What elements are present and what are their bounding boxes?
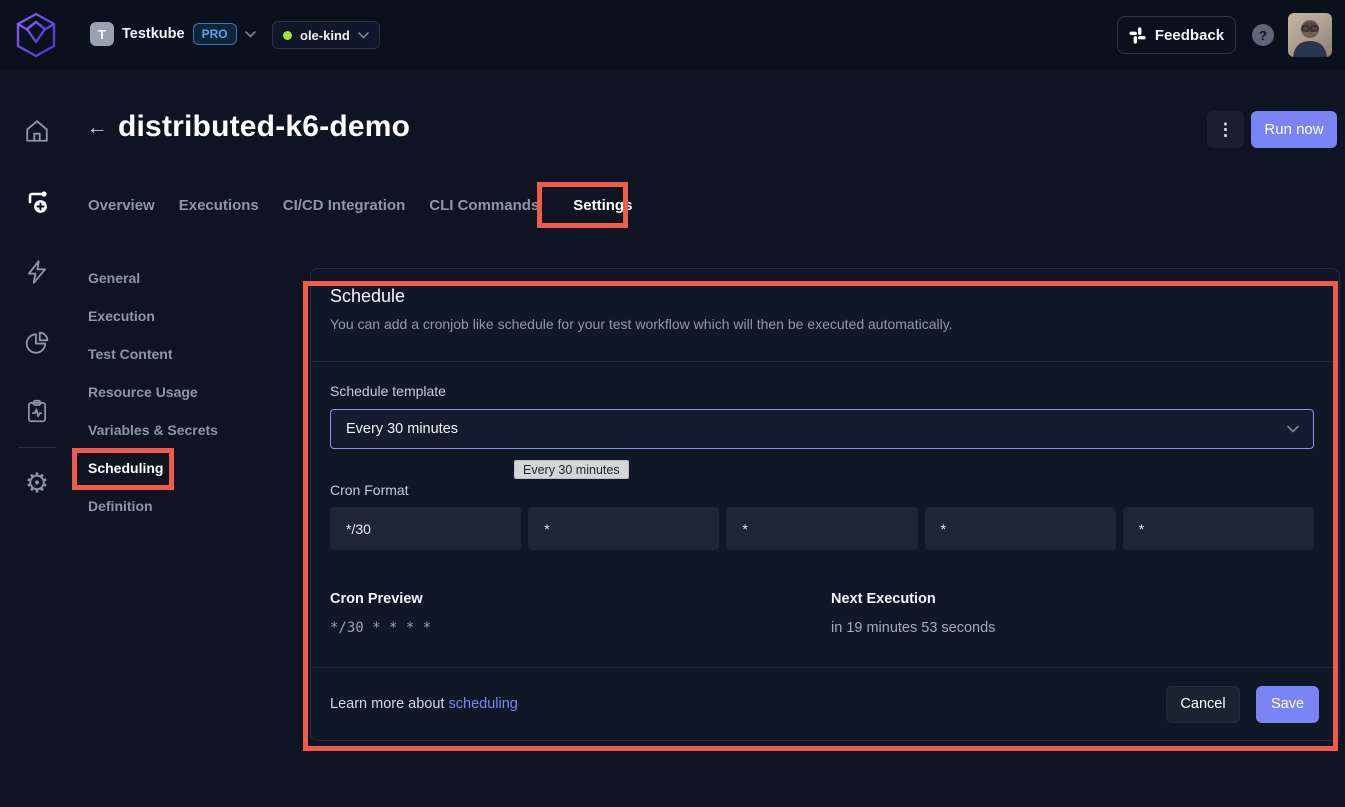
cron-preview-label: Cron Preview xyxy=(330,591,831,607)
settings-nav-test-content[interactable]: Test Content xyxy=(88,335,218,373)
save-button[interactable]: Save xyxy=(1256,686,1319,723)
cron-preview-section: Cron Preview */30 * * * * Next Execution… xyxy=(330,591,1314,636)
schedule-panel: Schedule You can add a cronjob like sche… xyxy=(310,268,1340,741)
settings-nav-execution[interactable]: Execution xyxy=(88,297,218,335)
monitor-clipboard-icon xyxy=(24,398,50,424)
cron-day-of-month-input[interactable] xyxy=(726,507,917,550)
sidebar-item-triggers[interactable] xyxy=(22,257,52,287)
env-name: ole-kind xyxy=(300,28,350,43)
testkube-logo[interactable] xyxy=(16,12,56,58)
schedule-description: You can add a cronjob like schedule for … xyxy=(330,316,1319,332)
schedule-title: Schedule xyxy=(330,286,1319,307)
help-glyph: ? xyxy=(1259,28,1267,43)
cron-day-of-week-input[interactable] xyxy=(1123,507,1314,550)
cron-month-input[interactable] xyxy=(925,507,1116,550)
cron-format-label: Cron Format xyxy=(330,482,1314,498)
environment-selector[interactable]: ole-kind xyxy=(272,21,380,49)
cron-preview-value: */30 * * * * xyxy=(330,620,831,636)
slack-icon xyxy=(1129,27,1146,44)
ellipsis-icon: ⋮ xyxy=(1217,120,1234,139)
test-workflows-icon xyxy=(23,188,51,216)
help-icon[interactable]: ? xyxy=(1252,24,1274,46)
schedule-panel-body: Schedule template Every 30 minutes Cron … xyxy=(311,362,1339,636)
settings-nav-definition[interactable]: Definition xyxy=(88,487,218,525)
back-button[interactable]: ← xyxy=(84,114,110,142)
settings-nav-scheduling[interactable]: Scheduling xyxy=(88,449,218,487)
org-name: Testkube xyxy=(122,26,185,42)
schedule-template-select[interactable]: Every 30 minutes xyxy=(330,409,1314,449)
sidebar-item-dashboard[interactable] xyxy=(22,116,52,146)
cancel-button[interactable]: Cancel xyxy=(1166,686,1240,723)
feedback-button[interactable]: Feedback xyxy=(1117,16,1236,54)
env-status-dot xyxy=(283,31,292,40)
page-title: distributed-k6-demo xyxy=(118,110,410,144)
sidebar-item-test-workflows[interactable] xyxy=(22,187,52,217)
back-arrow-icon: ← xyxy=(87,116,108,140)
cron-format-inputs xyxy=(330,507,1314,550)
lightning-icon xyxy=(24,259,50,285)
chevron-down-icon xyxy=(245,31,256,38)
gear-icon: ⚙ xyxy=(25,470,49,497)
cron-minute-input[interactable] xyxy=(330,507,521,550)
learn-more-text: Learn more about scheduling xyxy=(330,696,518,712)
next-execution-label: Next Execution xyxy=(831,591,1314,607)
schedule-template-value: Every 30 minutes xyxy=(346,421,458,437)
cron-hour-input[interactable] xyxy=(528,507,719,550)
tab-overview[interactable]: Overview xyxy=(88,197,155,214)
next-execution-value: in 19 minutes 53 seconds xyxy=(831,620,1314,636)
tab-bar: Overview Executions CI/CD Integration CL… xyxy=(88,182,642,228)
settings-nav-general[interactable]: General xyxy=(88,259,218,297)
schedule-template-tooltip: Every 30 minutes xyxy=(514,460,629,479)
tab-cicd-integration[interactable]: CI/CD Integration xyxy=(283,197,406,214)
home-icon xyxy=(24,118,50,144)
sidebar-item-insights[interactable] xyxy=(22,328,52,358)
run-now-button[interactable]: Run now xyxy=(1251,111,1337,148)
user-avatar[interactable] xyxy=(1288,13,1332,57)
more-options-button[interactable]: ⋮ xyxy=(1207,111,1244,148)
chevron-down-icon xyxy=(358,32,369,39)
pro-badge: PRO xyxy=(193,23,237,45)
sidebar-item-settings[interactable]: ⚙ xyxy=(22,468,52,498)
topbar: T Testkube PRO ole-kind Feedback ? xyxy=(0,0,1345,70)
tab-executions[interactable]: Executions xyxy=(179,197,259,214)
settings-nav-resource-usage[interactable]: Resource Usage xyxy=(88,373,218,411)
footer-actions: Cancel Save xyxy=(1166,686,1319,723)
tab-cli-commands[interactable]: CLI Commands xyxy=(429,197,539,214)
scheduling-docs-link[interactable]: scheduling xyxy=(449,696,518,712)
tab-settings[interactable]: Settings xyxy=(563,197,642,214)
avatar-photo xyxy=(1288,13,1332,57)
chevron-down-icon xyxy=(1287,425,1299,433)
sidebar-item-monitoring[interactable] xyxy=(22,396,52,426)
settings-nav: General Execution Test Content Resource … xyxy=(88,259,218,525)
settings-nav-variables-secrets[interactable]: Variables & Secrets xyxy=(88,411,218,449)
schedule-panel-header: Schedule You can add a cronjob like sche… xyxy=(311,269,1339,332)
rail-divider xyxy=(18,447,56,448)
learn-more-prefix: Learn more about xyxy=(330,696,449,712)
org-switcher[interactable]: T Testkube PRO xyxy=(90,22,256,46)
feedback-label: Feedback xyxy=(1155,27,1224,44)
org-avatar: T xyxy=(90,22,114,46)
schedule-template-label: Schedule template xyxy=(330,383,1314,399)
pie-chart-icon xyxy=(24,330,50,356)
schedule-panel-footer: Learn more about scheduling Cancel Save xyxy=(311,667,1339,740)
